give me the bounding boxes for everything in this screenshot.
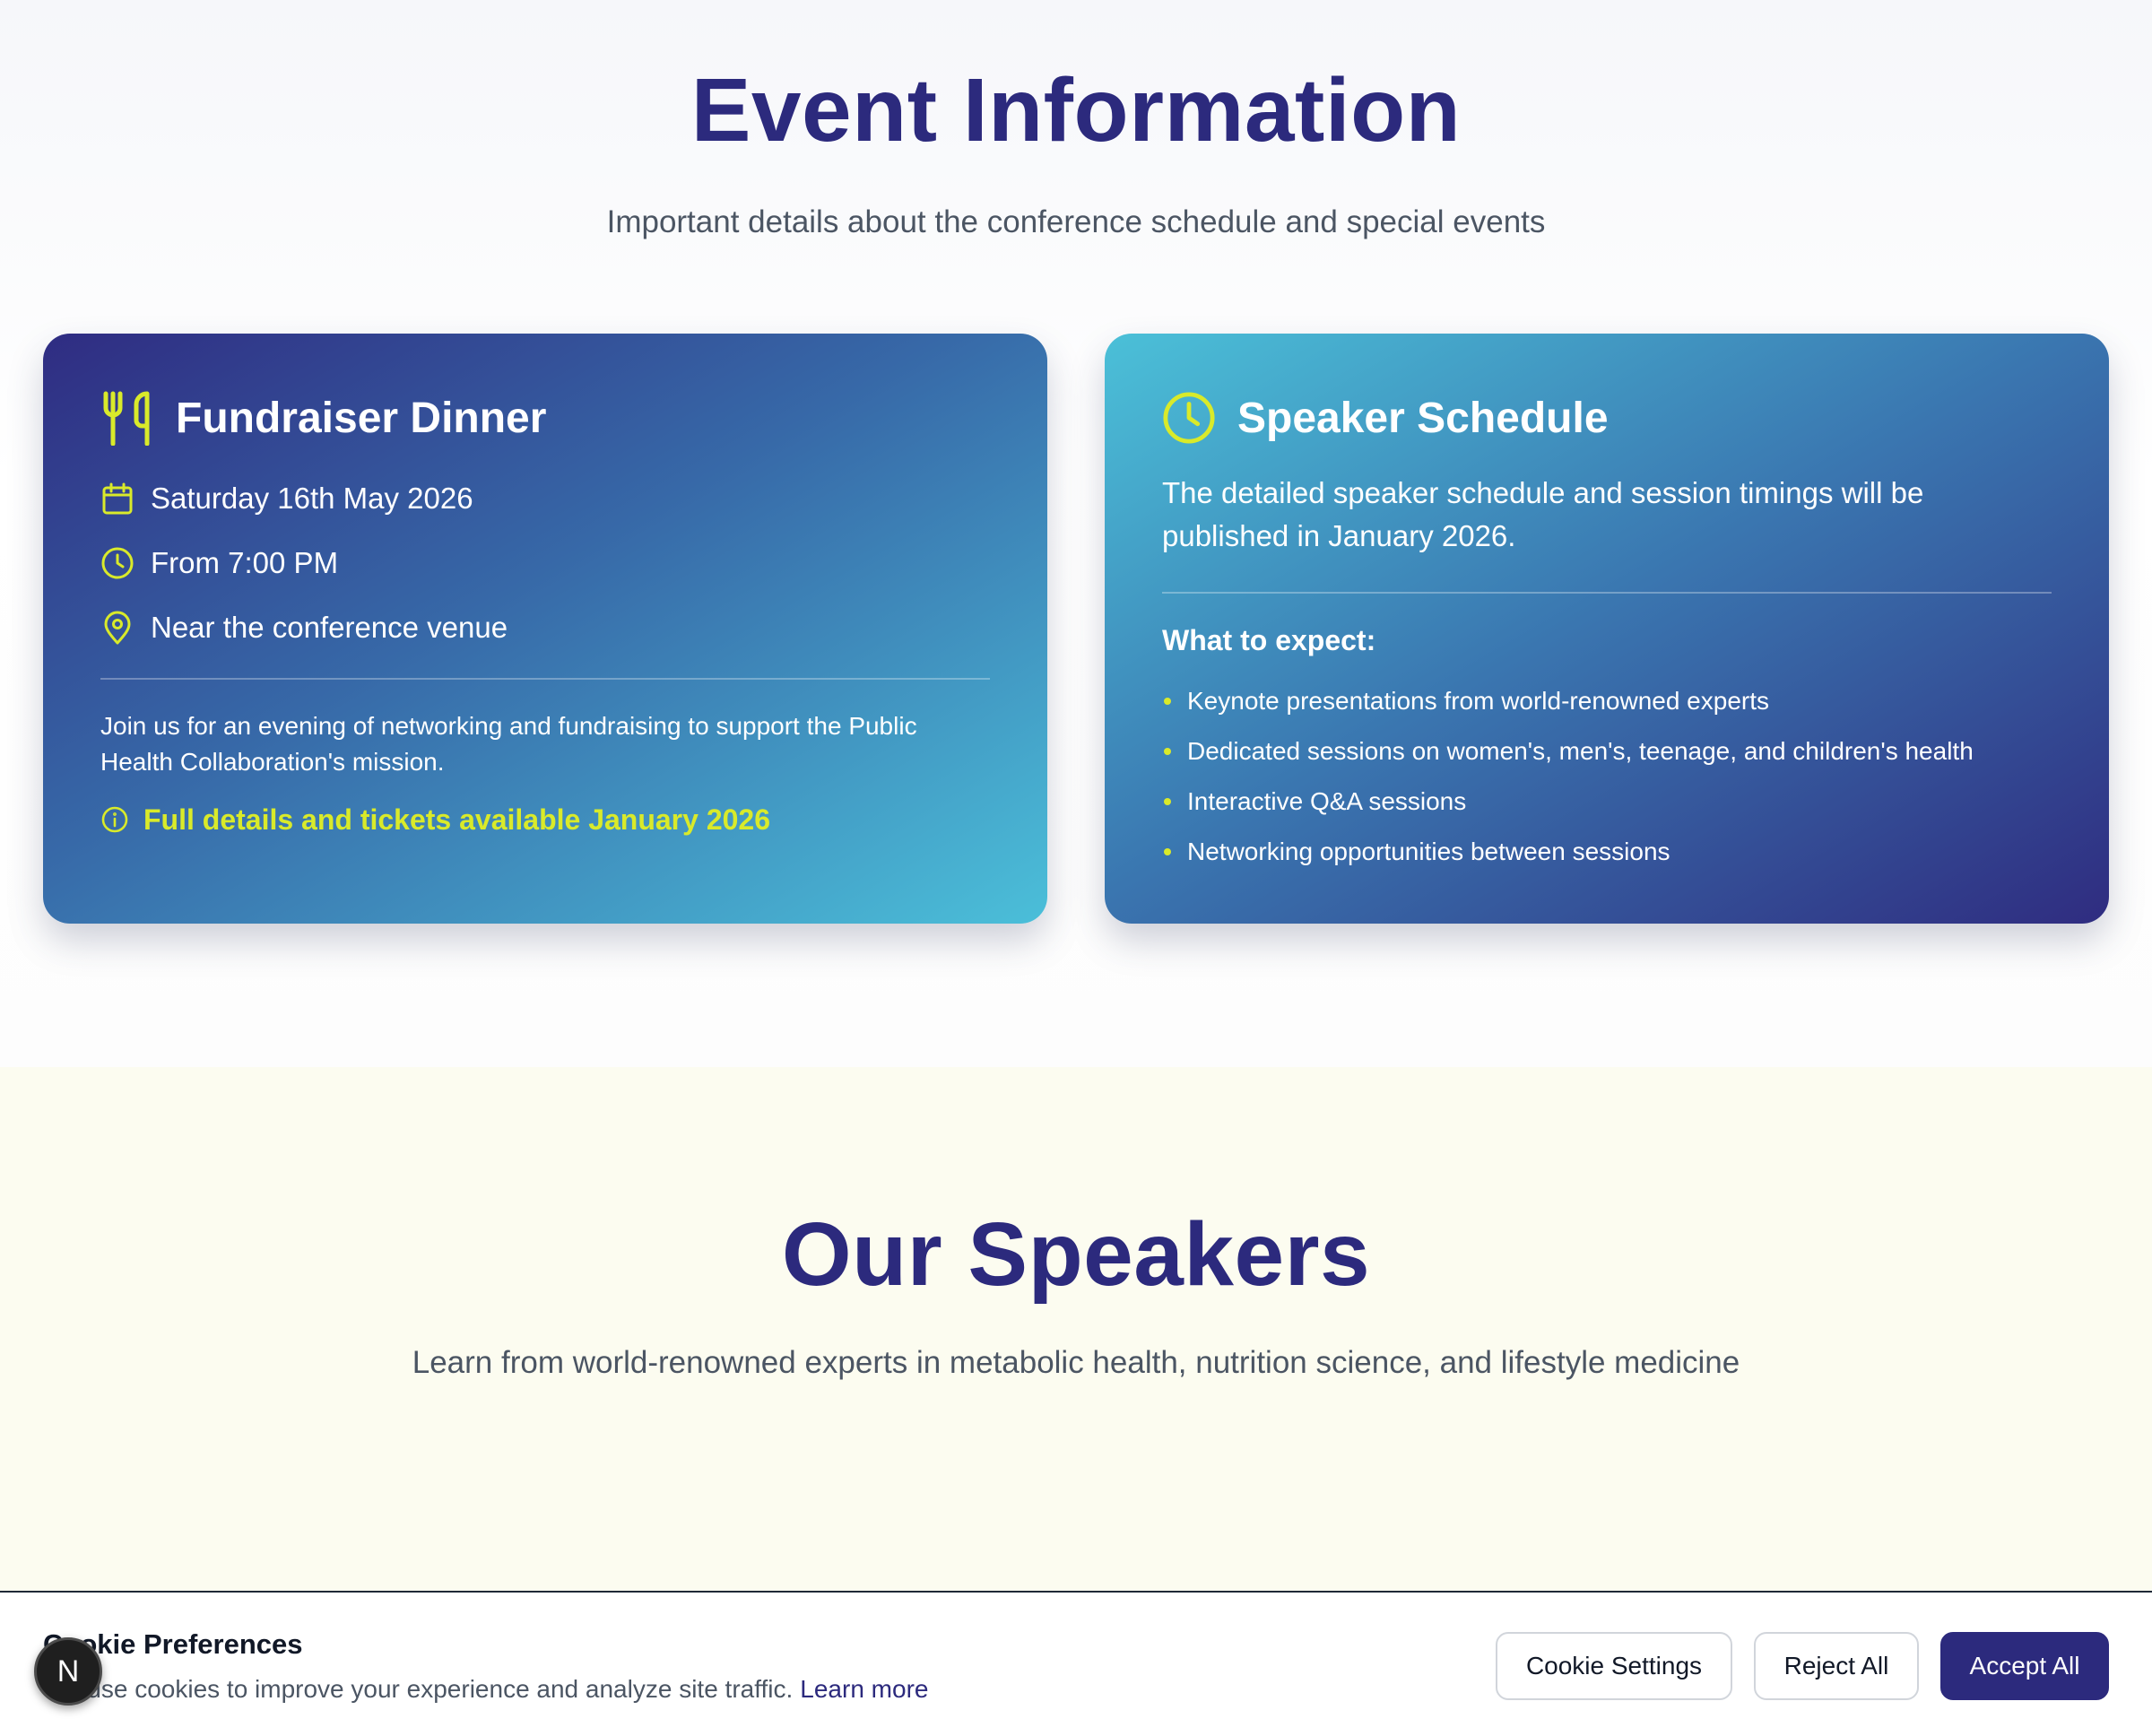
- schedule-card-divider: [1162, 592, 2052, 594]
- dinner-note: Full details and tickets available Janua…: [143, 803, 770, 836]
- reject-all-button[interactable]: Reject All: [1754, 1632, 1919, 1700]
- bullet-icon: [1164, 848, 1171, 855]
- dinner-date: Saturday 16th May 2026: [151, 482, 473, 515]
- accept-all-button[interactable]: Accept All: [1940, 1632, 2109, 1700]
- info-icon: [100, 805, 129, 834]
- schedule-description: The detailed speaker schedule and sessio…: [1162, 476, 1924, 552]
- dinner-card-divider: [100, 678, 990, 680]
- clock-icon: [1162, 390, 1216, 446]
- utensils-icon: [100, 390, 154, 447]
- bullet-icon: [1164, 698, 1171, 705]
- learn-more-link[interactable]: Learn more: [800, 1675, 928, 1703]
- clock-icon: [100, 546, 134, 580]
- dinner-card-header: Fundraiser Dinner: [100, 389, 546, 447]
- speakers-section: Our Speakers Learn from world-renowned e…: [0, 1067, 2152, 1591]
- list-item: Keynote presentations from world-renowne…: [1162, 676, 1974, 726]
- nextjs-badge-button[interactable]: N: [34, 1637, 102, 1706]
- event-information-title: Event Information: [690, 60, 1462, 161]
- list-item-text: Interactive Q&A sessions: [1187, 787, 1467, 815]
- list-item-text: Keynote presentations from world-renowne…: [1187, 687, 1770, 715]
- schedule-card-title: Speaker Schedule: [1237, 394, 1609, 442]
- fundraiser-dinner-card: Fundraiser Dinner Saturday 16th May 2026…: [43, 334, 1047, 924]
- speakers-subtitle: Learn from world-renowned experts in met…: [412, 1345, 1740, 1380]
- dinner-location: Near the conference venue: [151, 611, 508, 644]
- cookie-banner-text: We use cookies to improve your experienc…: [43, 1675, 928, 1704]
- event-information-subtitle: Important details about the conference s…: [606, 204, 1546, 239]
- dinner-time-row: From 7:00 PM: [100, 543, 338, 583]
- dinner-card-title: Fundraiser Dinner: [176, 394, 547, 442]
- list-item: Networking opportunities between session…: [1162, 827, 1974, 877]
- dinner-description: Join us for an evening of networking and…: [100, 712, 917, 776]
- map-pin-icon: [100, 611, 134, 645]
- what-to-expect-heading: What to expect:: [1162, 624, 1376, 656]
- dinner-time: From 7:00 PM: [151, 546, 339, 579]
- list-item-text: Networking opportunities between session…: [1187, 838, 1670, 865]
- list-item: Interactive Q&A sessions: [1162, 777, 1974, 827]
- cookie-settings-button[interactable]: Cookie Settings: [1496, 1632, 1732, 1700]
- cookie-banner: Cookie Preferences We use cookies to imp…: [0, 1591, 2152, 1736]
- bullet-icon: [1164, 748, 1171, 755]
- dinner-note-row: Full details and tickets available Janua…: [100, 802, 770, 838]
- dinner-date-row: Saturday 16th May 2026: [100, 479, 473, 518]
- what-to-expect-list: Keynote presentations from world-renowne…: [1162, 676, 1974, 877]
- schedule-card-header: Speaker Schedule: [1162, 389, 1609, 447]
- list-item-text: Dedicated sessions on women's, men's, te…: [1187, 737, 1974, 765]
- bullet-icon: [1164, 798, 1171, 805]
- cookie-banner-message: We use cookies to improve your experienc…: [43, 1675, 794, 1703]
- list-item: Dedicated sessions on women's, men's, te…: [1162, 726, 1974, 777]
- speakers-title: Our Speakers: [781, 1204, 1371, 1305]
- dinner-location-row: Near the conference venue: [100, 608, 508, 647]
- event-information-section: Event Information Important details abou…: [0, 0, 2152, 1067]
- calendar-icon: [100, 482, 134, 516]
- speaker-schedule-card: Speaker Schedule The detailed speaker sc…: [1105, 334, 2109, 924]
